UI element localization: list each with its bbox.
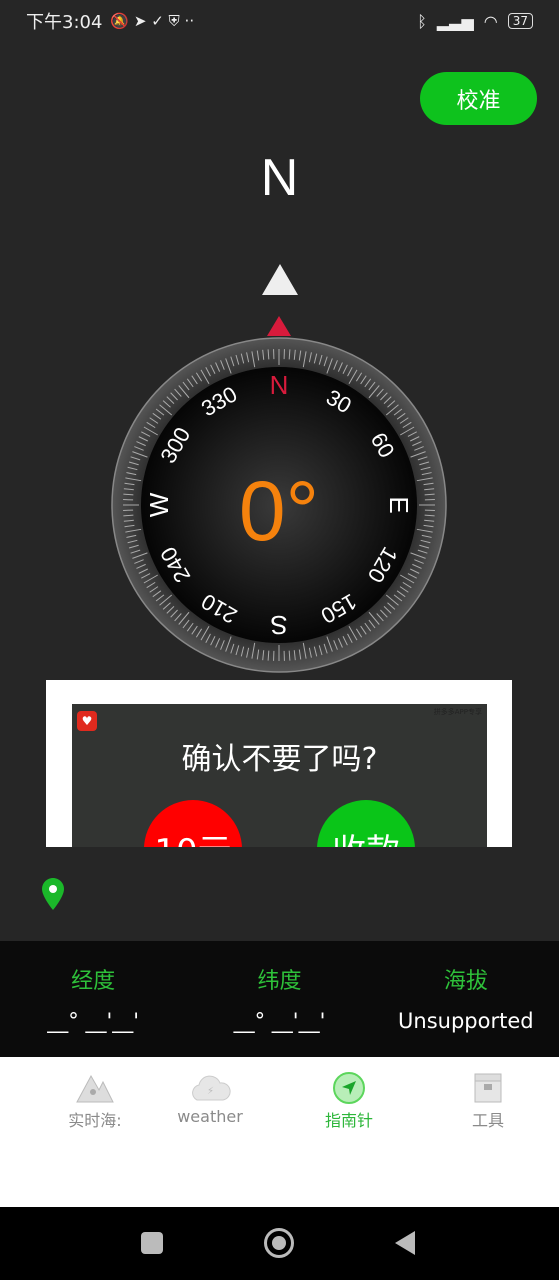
ad-question: 确认不要了吗? bbox=[181, 742, 378, 777]
home-button[interactable] bbox=[264, 1228, 294, 1258]
altitude-label: 海拔 bbox=[443, 969, 488, 994]
heading-direction: N bbox=[260, 149, 299, 207]
toolbox-icon bbox=[428, 1069, 548, 1107]
compass-label: E bbox=[384, 496, 414, 513]
compass-tick bbox=[123, 493, 134, 496]
longitude-label: 经度 bbox=[71, 969, 116, 994]
notification-icons: 🔕 ➤ ✓ ⛨ ·· bbox=[110, 12, 195, 30]
compass-label: W bbox=[144, 492, 174, 517]
compass-label: N bbox=[270, 370, 289, 400]
altitude-value: Unsupported bbox=[398, 1009, 534, 1033]
latitude-value: __° __'__' bbox=[233, 1009, 326, 1033]
recents-button[interactable] bbox=[141, 1232, 163, 1254]
compass-tick bbox=[424, 493, 435, 496]
compass-icon bbox=[289, 1069, 409, 1107]
status-time: 下午3:04 bbox=[26, 12, 103, 33]
status-bar: 下午3:04 🔕 ➤ ✓ ⛨ ·· ᛒ ▂▃▅ ◠ 37 bbox=[0, 0, 559, 42]
ad-left-button[interactable]: 10元 bbox=[144, 800, 242, 847]
compass-dial: N 3060E120150S210240W300330 0° bbox=[111, 337, 447, 673]
tab-label: weather bbox=[177, 1107, 243, 1126]
heading-pointer-icon bbox=[262, 264, 298, 295]
tab-label: 指南针 bbox=[324, 1111, 373, 1130]
compass-tick bbox=[267, 650, 270, 661]
mountain-icon bbox=[35, 1069, 155, 1107]
back-button[interactable] bbox=[395, 1231, 415, 1255]
calibrate-button[interactable]: 校准 bbox=[420, 72, 537, 125]
location-info: 经度 __° __'__' 纬度 __° __'__' 海拔 Unsupported bbox=[0, 941, 559, 1057]
tab-label: 工具 bbox=[471, 1111, 504, 1130]
tab-tools[interactable]: 工具 bbox=[428, 1069, 548, 1131]
ad-logo-icon: ♥ bbox=[77, 711, 97, 731]
signal-icon: ▂▃▅ bbox=[436, 11, 474, 31]
longitude-value: __° __'__' bbox=[47, 1009, 140, 1033]
battery-icon: 37 bbox=[507, 13, 533, 29]
degree-readout: 0° bbox=[239, 464, 319, 558]
wifi-icon: ◠ bbox=[483, 11, 498, 31]
compass-tick bbox=[267, 349, 270, 360]
bottom-tab-bar: 实时海: ⚡ weather 指南针 工具 bbox=[0, 1057, 559, 1207]
ad-banner[interactable]: ♥ 拼多多APP专享 确认不要了吗? 10元 收款 bbox=[46, 680, 512, 847]
svg-text:⚡: ⚡ bbox=[207, 1086, 214, 1097]
tab-compass[interactable]: 指南针 bbox=[289, 1069, 409, 1131]
latitude-label: 纬度 bbox=[257, 969, 302, 994]
location-pin-icon[interactable] bbox=[41, 877, 65, 911]
tab-altitude[interactable]: 实时海: bbox=[35, 1069, 155, 1131]
system-nav-bar bbox=[0, 1207, 559, 1280]
compass-tick bbox=[288, 650, 291, 661]
bluetooth-icon: ᛒ bbox=[417, 11, 427, 31]
north-marker-icon bbox=[267, 316, 291, 336]
compass-tick bbox=[424, 514, 435, 517]
tab-weather[interactable]: ⚡ weather bbox=[150, 1069, 270, 1126]
compass-tick bbox=[288, 349, 291, 360]
tab-label: 实时海: bbox=[68, 1111, 122, 1130]
cloud-icon: ⚡ bbox=[150, 1069, 270, 1107]
ad-small-text: 拼多多APP专享 bbox=[433, 708, 482, 716]
ad-right-button[interactable]: 收款 bbox=[317, 800, 415, 847]
compass-tick bbox=[123, 514, 134, 517]
compass-label: S bbox=[270, 610, 287, 640]
